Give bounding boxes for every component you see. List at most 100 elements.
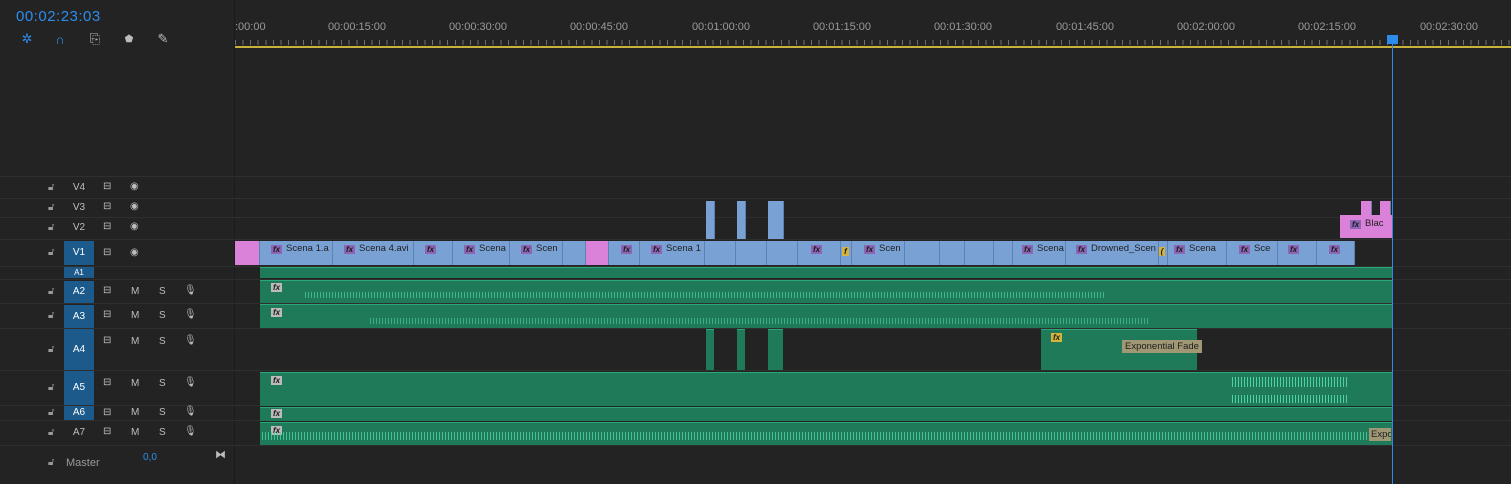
track-name[interactable]: V4 <box>64 182 94 193</box>
microphone-icon[interactable]: 🎙︎ <box>184 335 197 346</box>
track-output-icon[interactable]: ⊟ <box>103 247 111 258</box>
video-clip[interactable] <box>1361 201 1372 215</box>
lock-icon[interactable]: 🔓︎ <box>48 222 54 233</box>
track-output-icon[interactable]: ⊟ <box>103 377 111 388</box>
audio-clip[interactable] <box>706 329 714 370</box>
video-clip[interactable] <box>965 241 994 265</box>
video-clip[interactable]: fx Scena <box>453 241 510 265</box>
lock-icon[interactable]: 🔓︎ <box>48 310 54 321</box>
snap-icon[interactable]: ✲ <box>19 31 35 47</box>
track-name[interactable]: A6 <box>64 406 94 420</box>
eye-icon[interactable]: ◉ <box>130 247 139 258</box>
audio-clip[interactable]: fx <box>260 407 1392 421</box>
microphone-icon[interactable]: 🎙︎ <box>184 309 197 320</box>
mute-button[interactable]: M <box>131 427 139 438</box>
solo-button[interactable]: S <box>159 336 166 347</box>
video-clip[interactable]: f <box>841 241 852 265</box>
video-clip[interactable]: fx Scena <box>1013 241 1066 265</box>
video-clip[interactable] <box>705 241 736 265</box>
track-output-icon[interactable]: ⊟ <box>103 426 111 437</box>
video-clip[interactable]: fx Scena 1 <box>640 241 705 265</box>
video-clip[interactable]: fx Scena <box>1168 241 1227 265</box>
wrench-icon[interactable]: ✎ <box>155 31 171 47</box>
work-area-bar[interactable] <box>235 46 1511 48</box>
track-output-icon[interactable]: ⊟ <box>103 201 111 212</box>
magnet-icon[interactable]: ∩ <box>52 31 68 47</box>
solo-button[interactable]: S <box>159 286 166 297</box>
video-clip[interactable]: fx <box>414 241 453 265</box>
track-name[interactable]: A7 <box>64 427 94 438</box>
audio-clip[interactable]: fx <box>260 304 1392 328</box>
microphone-icon[interactable]: 🎙︎ <box>184 406 197 417</box>
linked-selection-icon[interactable]: ⎘ <box>87 31 103 47</box>
lock-icon[interactable]: 🔓︎ <box>48 382 54 393</box>
video-clip[interactable]: ( <box>1159 241 1168 265</box>
solo-button[interactable]: S <box>159 310 166 321</box>
video-clip[interactable] <box>767 241 798 265</box>
mute-button[interactable]: M <box>131 378 139 389</box>
video-clip[interactable]: fx <box>1278 241 1317 265</box>
video-clip[interactable] <box>768 201 784 239</box>
track-name[interactable]: V3 <box>64 202 94 213</box>
time-ruler[interactable]: :00:00 00:00:15:00 00:00:30:00 00:00:45:… <box>235 0 1511 48</box>
track-output-icon[interactable]: ⊟ <box>103 221 111 232</box>
video-clip[interactable] <box>706 201 715 239</box>
lock-icon[interactable]: 🔓︎ <box>48 427 54 438</box>
lock-icon[interactable]: 🔓︎ <box>48 182 54 193</box>
eye-icon[interactable]: ◉ <box>130 201 139 212</box>
transition-label[interactable]: Exponential Fade <box>1122 340 1202 353</box>
microphone-icon[interactable]: 🎙︎ <box>184 426 197 437</box>
video-clip[interactable] <box>940 241 965 265</box>
video-clip[interactable]: fx <box>609 241 640 265</box>
solo-button[interactable]: S <box>159 378 166 389</box>
solo-button[interactable]: S <box>159 407 166 418</box>
playhead-handle[interactable] <box>1387 35 1398 44</box>
video-clip[interactable]: fx Scena 1.a <box>260 241 333 265</box>
lock-icon[interactable]: 🔓︎ <box>48 202 54 213</box>
track-name[interactable]: A1 <box>64 267 94 278</box>
video-clip[interactable] <box>235 241 260 265</box>
video-clip[interactable]: fx Scen <box>852 241 905 265</box>
track-name[interactable]: A5 <box>64 371 94 405</box>
microphone-icon[interactable]: 🎙︎ <box>184 285 197 296</box>
video-clip[interactable]: fx Scena 4.avi <box>333 241 414 265</box>
lock-icon[interactable]: 🔓︎ <box>48 247 54 258</box>
video-clip[interactable] <box>1380 201 1391 215</box>
solo-button[interactable]: S <box>159 427 166 438</box>
eye-icon[interactable]: ◉ <box>130 221 139 232</box>
microphone-icon[interactable]: 🎙︎ <box>184 377 197 388</box>
video-clip[interactable] <box>586 241 609 265</box>
video-clip[interactable]: fx Drowned_Scen <box>1066 241 1159 265</box>
video-clip[interactable] <box>737 201 746 239</box>
video-clip[interactable]: fx <box>1317 241 1355 265</box>
video-clip[interactable]: fx <box>798 241 841 265</box>
video-clip[interactable] <box>736 241 767 265</box>
video-clip[interactable] <box>994 241 1013 265</box>
track-name[interactable]: V2 <box>64 222 94 233</box>
track-output-icon[interactable]: ⊟ <box>103 335 111 346</box>
track-name[interactable]: A3 <box>64 305 94 328</box>
lock-icon[interactable]: 🔓︎ <box>48 286 54 297</box>
master-volume-value[interactable]: 0,0 <box>143 452 157 463</box>
lock-icon[interactable]: 🔓︎ <box>48 344 54 355</box>
video-clip[interactable]: fx Blac <box>1340 215 1393 238</box>
track-output-icon[interactable]: ⊟ <box>103 407 111 418</box>
mute-button[interactable]: M <box>131 310 139 321</box>
track-name[interactable]: V1 <box>64 241 94 265</box>
audio-clip[interactable] <box>768 329 783 370</box>
audio-clip[interactable] <box>737 329 745 370</box>
video-clip[interactable] <box>905 241 940 265</box>
video-clip[interactable] <box>563 241 586 265</box>
track-output-icon[interactable]: ⊟ <box>103 181 111 192</box>
audio-clip[interactable] <box>260 267 1392 278</box>
eye-icon[interactable]: ◉ <box>130 181 139 192</box>
mute-button[interactable]: M <box>131 286 139 297</box>
track-name[interactable]: A2 <box>64 281 94 303</box>
lock-icon[interactable]: 🔓︎ <box>48 407 54 418</box>
video-clip[interactable]: fx Scen <box>510 241 563 265</box>
mute-button[interactable]: M <box>131 407 139 418</box>
lock-icon[interactable]: 🔓︎ <box>48 457 54 468</box>
track-output-icon[interactable]: ⊟ <box>103 309 111 320</box>
track-output-icon[interactable]: ⊟ <box>103 285 111 296</box>
playhead-line[interactable] <box>1392 40 1393 484</box>
